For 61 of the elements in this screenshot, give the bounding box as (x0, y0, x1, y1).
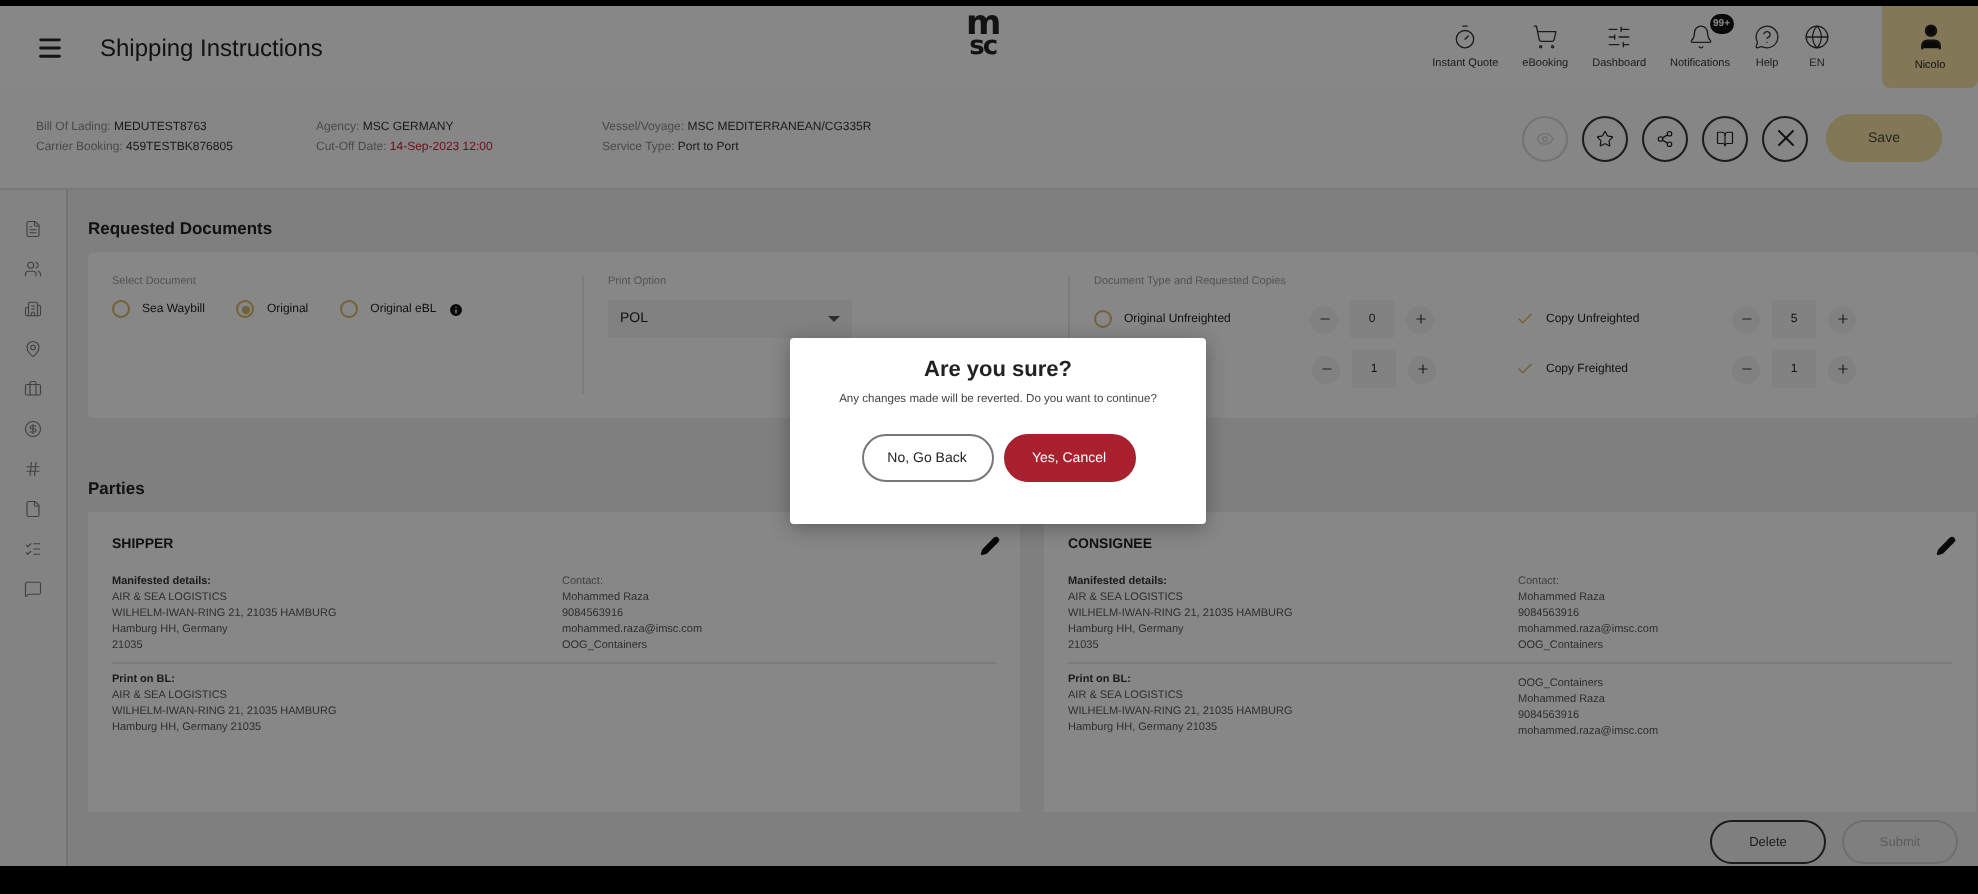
help-icon (1754, 24, 1780, 50)
dialog-title: Are you sure? (924, 358, 1072, 382)
location-icon[interactable] (24, 340, 42, 358)
bell-icon (1687, 24, 1714, 50)
section-title: Requested Documents (88, 218, 275, 238)
minus-icon (1739, 312, 1753, 326)
briefcase-icon[interactable] (24, 380, 42, 398)
people-icon[interactable] (24, 260, 42, 278)
decrease-button[interactable] (1310, 305, 1338, 333)
share-button[interactable] (1642, 115, 1688, 161)
caret-icon (828, 316, 840, 322)
minus-icon (1319, 362, 1333, 376)
radio-button[interactable] (340, 300, 359, 318)
building-icon[interactable] (24, 300, 42, 318)
increase-button[interactable] (1408, 355, 1436, 383)
check-icon (1515, 310, 1533, 328)
minus-icon (1739, 362, 1753, 376)
check-icon (1515, 360, 1533, 378)
decrease-button[interactable] (1732, 305, 1760, 333)
increase-button[interactable] (1828, 305, 1856, 333)
plus-icon (1413, 312, 1427, 326)
pencil-icon (980, 536, 1000, 556)
checkbox[interactable] (1514, 359, 1534, 379)
star-icon (1596, 129, 1614, 147)
radio-button[interactable] (112, 300, 130, 318)
stopwatch-icon (1452, 24, 1479, 50)
menu-icon[interactable] (36, 33, 64, 61)
hash-icon[interactable] (24, 460, 42, 478)
plus-icon (1835, 312, 1849, 326)
globe-icon (1804, 24, 1830, 50)
decrease-button[interactable] (1312, 355, 1340, 383)
minus-icon (1317, 312, 1331, 326)
book-icon (1716, 129, 1734, 147)
plus-icon (1415, 362, 1429, 376)
increase-button[interactable] (1828, 355, 1856, 383)
pencil-icon (1936, 536, 1956, 556)
page-title: Shipping Instructions (100, 33, 323, 61)
plus-icon (1835, 362, 1849, 376)
close-button[interactable] (1762, 115, 1808, 161)
edit-button[interactable] (980, 536, 1000, 556)
document-icon[interactable] (24, 220, 42, 238)
sliders-icon (1606, 24, 1633, 50)
dollar-icon[interactable] (24, 420, 42, 438)
logo: m sc (966, 12, 1000, 57)
cart-icon (1532, 24, 1559, 50)
increase-button[interactable] (1406, 305, 1434, 333)
radio-button[interactable] (236, 300, 255, 318)
section-title: Parties (88, 478, 147, 498)
user-icon (1915, 22, 1945, 52)
checklist-icon[interactable] (24, 540, 42, 558)
chat-icon[interactable] (24, 580, 42, 598)
eye-icon (1536, 129, 1554, 147)
radio-button[interactable] (1094, 310, 1112, 328)
edit-button[interactable] (1936, 536, 1956, 556)
checkbox[interactable] (1514, 309, 1534, 329)
favorite-button[interactable] (1582, 115, 1628, 161)
file-icon[interactable] (24, 500, 42, 518)
book-button[interactable] (1702, 115, 1748, 161)
share-icon (1656, 129, 1674, 147)
decrease-button[interactable] (1732, 355, 1760, 383)
info-icon[interactable] (448, 301, 465, 317)
